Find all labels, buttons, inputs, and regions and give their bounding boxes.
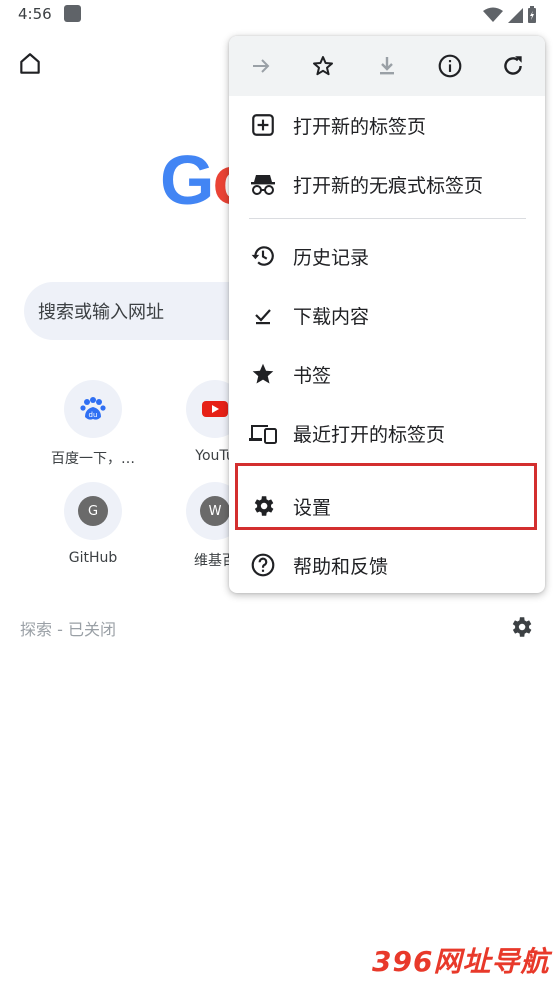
status-time: 4:56 <box>18 5 52 23</box>
status-icons <box>483 6 537 24</box>
download-icon <box>380 57 394 75</box>
menu-item-help[interactable]: 帮助和反馈 <box>229 536 545 594</box>
download-page-button[interactable] <box>371 50 403 82</box>
menu-item-label: 下载内容 <box>293 305 370 328</box>
tile-github[interactable]: G GitHub <box>33 482 153 566</box>
incognito-icon <box>247 168 279 200</box>
notification-icon <box>64 5 81 22</box>
letter-avatar: G <box>78 496 108 526</box>
help-icon <box>247 549 279 581</box>
menu-item-label: 打开新的标签页 <box>293 115 427 138</box>
settings-highlight-box <box>235 463 537 530</box>
home-icon <box>20 53 40 74</box>
menu-item-downloads[interactable]: 下载内容 <box>229 286 545 344</box>
menu-item-history[interactable]: 历史记录 <box>229 227 545 285</box>
youtube-icon <box>202 401 228 417</box>
new-tab-icon <box>247 109 279 141</box>
wifi-icon <box>483 7 503 22</box>
bookmark-star-button[interactable] <box>307 50 339 82</box>
menu-item-label: 帮助和反馈 <box>293 555 389 578</box>
explore-status: 探索 - 已关闭 <box>20 620 116 639</box>
page-info-button[interactable] <box>434 50 466 82</box>
downloads-icon <box>247 299 279 331</box>
baidu-icon: du <box>80 397 106 420</box>
refresh-icon <box>504 56 522 75</box>
menu-item-label: 历史记录 <box>293 246 370 269</box>
tile-icon-circle: G <box>64 482 122 540</box>
home-button[interactable] <box>14 48 46 80</box>
battery-icon <box>528 6 536 23</box>
menu-icon-row <box>229 36 545 96</box>
explore-settings-button[interactable] <box>508 614 534 644</box>
watermark: 396网址导航 <box>372 945 550 978</box>
search-placeholder: 搜索或输入网址 <box>38 302 164 323</box>
info-icon <box>438 54 462 78</box>
status-bar: 4:56 <box>0 0 553 30</box>
recent-tabs-icon <box>247 417 279 449</box>
menu-item-label: 最近打开的标签页 <box>293 423 446 446</box>
tile-icon-circle: du <box>64 380 122 438</box>
bookmark-star-icon <box>313 56 333 76</box>
tile-baidu[interactable]: du 百度一下，… <box>33 380 153 468</box>
menu-item-new-tab[interactable]: 打开新的标签页 <box>229 96 545 154</box>
forward-icon <box>253 59 270 73</box>
menu-item-recent-tabs[interactable]: 最近打开的标签页 <box>229 404 545 462</box>
menu-item-label: 书签 <box>293 364 332 387</box>
history-icon <box>247 240 279 272</box>
letter-avatar: W <box>200 496 230 526</box>
menu-item-bookmarks[interactable]: 书签 <box>229 345 545 403</box>
svg-text:du: du <box>89 411 98 419</box>
forward-button[interactable] <box>245 50 277 82</box>
signal-icon <box>508 8 523 23</box>
tile-label: 百度一下，… <box>51 451 135 467</box>
menu-item-incognito-tab[interactable]: 打开新的无痕式标签页 <box>229 155 545 213</box>
menu-item-label: 打开新的无痕式标签页 <box>293 174 484 197</box>
tile-label: GitHub <box>68 550 118 566</box>
gear-icon <box>512 617 532 637</box>
menu-divider <box>249 218 526 219</box>
refresh-button[interactable] <box>497 50 529 82</box>
bookmarks-icon <box>247 358 279 390</box>
